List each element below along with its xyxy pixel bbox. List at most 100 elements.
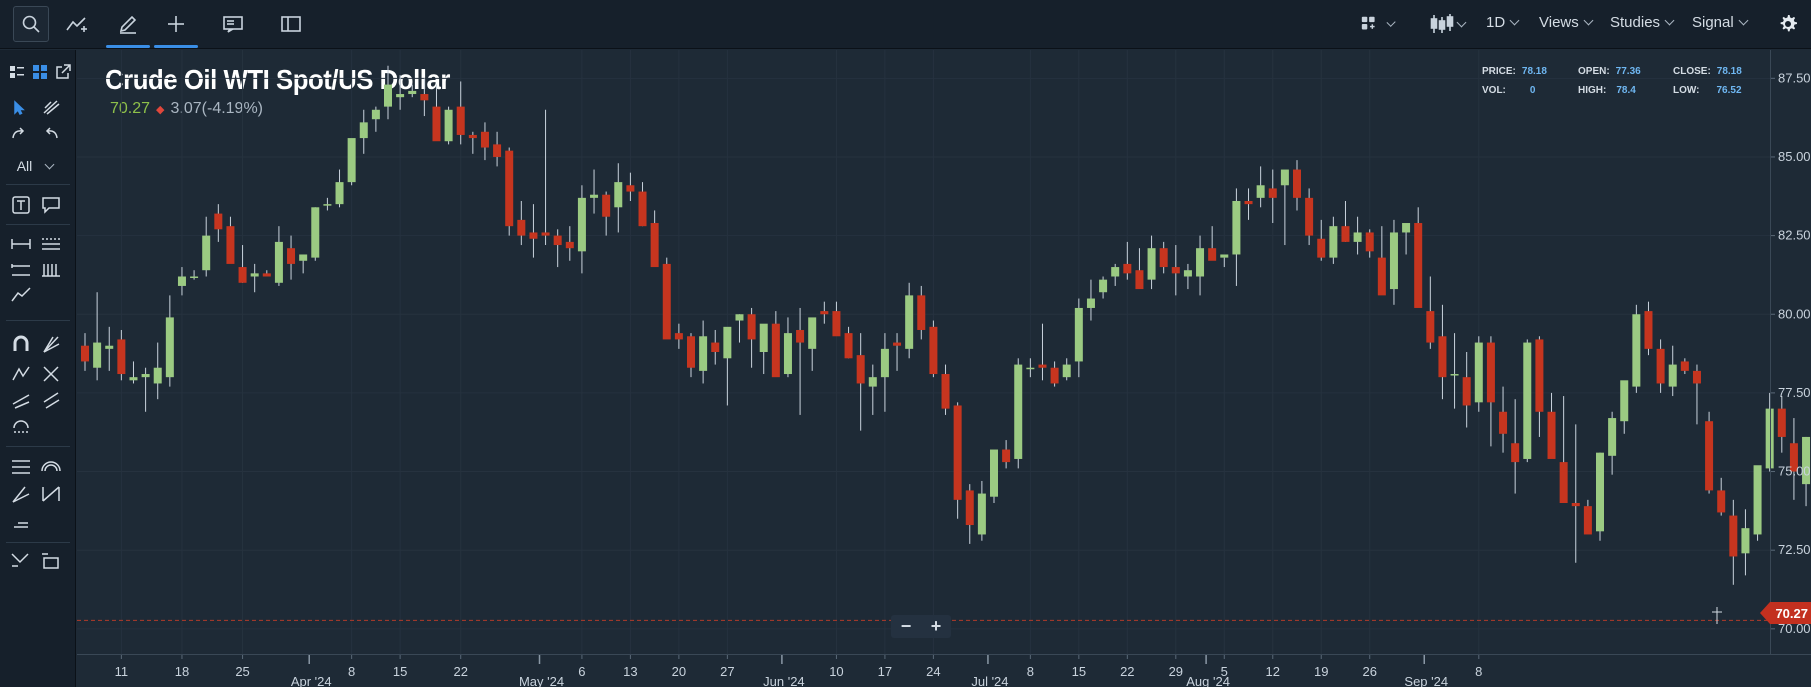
zoom-in-button[interactable]: + xyxy=(931,616,942,637)
magnet-tool[interactable] xyxy=(8,332,34,356)
pitchfork-tool[interactable] xyxy=(8,362,34,386)
price-chart[interactable]: 87.5085.0082.5080.0077.5075.0072.5070.00… xyxy=(0,0,1811,687)
time-axis[interactable] xyxy=(77,654,1811,687)
news-button[interactable] xyxy=(218,6,248,42)
chevron-down-icon xyxy=(1509,15,1520,26)
interval-menu[interactable]: 1D xyxy=(1486,14,1520,31)
candle-body xyxy=(371,109,380,120)
search-icon xyxy=(22,15,40,33)
views-menu[interactable]: Views xyxy=(1539,14,1594,31)
add-comparison-button[interactable] xyxy=(60,6,96,42)
chevron-down-icon xyxy=(1386,17,1396,27)
fib-lines-tool[interactable] xyxy=(38,232,64,256)
gann-tool[interactable] xyxy=(38,258,64,282)
candle-body xyxy=(287,248,296,264)
candle xyxy=(1268,169,1277,224)
candle xyxy=(1062,358,1071,381)
search-button[interactable] xyxy=(13,6,49,42)
speed-resistance-tool[interactable] xyxy=(8,482,34,506)
candle xyxy=(990,449,998,503)
candle xyxy=(868,364,877,415)
candle-body xyxy=(1644,311,1653,349)
datatable-button[interactable] xyxy=(276,6,306,42)
zoom-out-button[interactable]: − xyxy=(901,616,912,637)
candle xyxy=(93,292,102,381)
candle-body xyxy=(941,374,950,409)
rectangle-icon xyxy=(42,553,59,569)
candle-body xyxy=(650,223,659,268)
candle-body xyxy=(602,194,611,217)
drawing-tools-button[interactable] xyxy=(106,6,150,48)
candle-body xyxy=(202,235,211,271)
high-label: HIGH: xyxy=(1578,85,1607,96)
candle-body xyxy=(347,138,356,183)
candle xyxy=(262,270,271,277)
candle-body xyxy=(1293,169,1301,198)
price-change: 3.07(-4.19%) xyxy=(170,100,264,117)
signal-menu[interactable]: Signal xyxy=(1692,14,1749,31)
arrow-tool[interactable] xyxy=(38,388,64,412)
candle xyxy=(953,402,962,519)
retracement-tool[interactable] xyxy=(38,482,64,506)
speed-lines-icon xyxy=(12,486,30,503)
measure-tool[interactable] xyxy=(8,510,34,534)
candle xyxy=(1341,201,1350,242)
candle xyxy=(323,197,332,211)
candle xyxy=(893,333,902,371)
undo-button[interactable] xyxy=(38,122,64,146)
candle-body xyxy=(1329,226,1338,258)
candle-body xyxy=(1099,279,1108,293)
candle xyxy=(1183,263,1192,290)
layout-add-button[interactable] xyxy=(1360,6,1396,42)
candle xyxy=(965,484,974,544)
trendline-tool[interactable] xyxy=(8,282,34,306)
price-axis[interactable] xyxy=(1770,50,1811,654)
circle-tool[interactable] xyxy=(38,455,64,479)
candle xyxy=(250,263,259,293)
trend-line-icon xyxy=(11,287,31,302)
shape-tool[interactable] xyxy=(8,548,34,572)
crosshair-button[interactable] xyxy=(154,6,198,48)
arc-tool[interactable] xyxy=(8,414,34,438)
down-arrow-icon: ◆ xyxy=(156,103,165,116)
text-tool[interactable] xyxy=(8,193,34,217)
horizontal-line-tool[interactable] xyxy=(8,232,34,256)
candle-body xyxy=(1220,254,1229,258)
fan-tool[interactable] xyxy=(38,332,64,356)
candle-body xyxy=(299,254,308,261)
candle-body xyxy=(250,273,259,277)
last-price: 70.27 xyxy=(110,100,151,117)
chart-type-button[interactable] xyxy=(1426,6,1466,42)
candle-body xyxy=(965,490,974,526)
candle-body xyxy=(820,311,829,315)
candle xyxy=(1099,276,1108,299)
cross-line-tool[interactable] xyxy=(38,362,64,386)
popout-button[interactable] xyxy=(50,60,76,84)
candle xyxy=(626,172,635,201)
candle xyxy=(141,367,150,412)
candle xyxy=(1026,358,1035,378)
candle-body xyxy=(1365,232,1374,252)
rectangle-tool[interactable] xyxy=(38,548,64,572)
parallel-channel-tool[interactable] xyxy=(8,455,34,479)
callout-tool[interactable] xyxy=(38,193,64,217)
candle-body xyxy=(1632,314,1641,387)
candle xyxy=(1208,226,1217,261)
redo-button[interactable] xyxy=(6,122,32,146)
candle-body xyxy=(1680,361,1689,371)
price-label: PRICE: xyxy=(1482,66,1516,77)
erase-drawings-tool[interactable] xyxy=(38,96,64,120)
candle-body xyxy=(456,106,465,135)
vertical-bars-icon xyxy=(42,264,60,277)
candle-body xyxy=(81,345,89,362)
drawing-filter-select[interactable]: All xyxy=(10,154,60,178)
channel-tool[interactable] xyxy=(8,258,34,282)
candle-body xyxy=(117,339,126,375)
top-toolbar: 1D Views Studies Signal xyxy=(0,0,1811,49)
pointer-tool[interactable] xyxy=(6,96,32,120)
ray-tool[interactable] xyxy=(8,388,34,412)
candle-body xyxy=(953,405,962,500)
studies-menu[interactable]: Studies xyxy=(1610,14,1675,31)
candle xyxy=(687,333,695,378)
settings-button[interactable] xyxy=(1770,6,1806,42)
